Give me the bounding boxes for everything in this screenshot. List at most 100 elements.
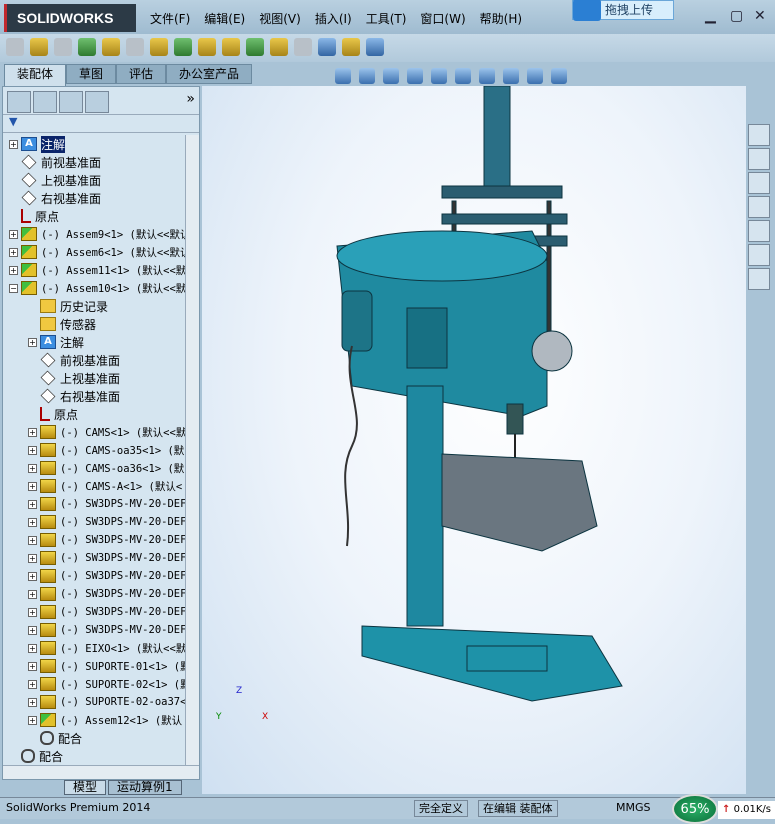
tree-item[interactable]: 配合 xyxy=(3,747,185,765)
expand-toggle[interactable]: + xyxy=(9,229,18,239)
tab-evaluate[interactable]: 评估 xyxy=(116,64,167,84)
tab-office-products[interactable]: 办公室产品 xyxy=(166,64,253,84)
new-motion-study-icon[interactable] xyxy=(222,38,240,56)
tree-item[interactable]: 上视基准面 xyxy=(3,171,185,189)
tree-item[interactable]: 右视基准面 xyxy=(3,189,185,207)
tree-item[interactable]: + (-) CAMS<1> (默认<<默 xyxy=(3,423,185,441)
tree-item[interactable]: 上视基准面 xyxy=(3,369,185,387)
close-icon[interactable]: ✕ xyxy=(754,8,766,24)
units-status[interactable]: MMGS xyxy=(612,800,655,817)
expand-toggle[interactable]: + xyxy=(28,517,37,527)
expand-toggle[interactable]: + xyxy=(28,499,37,509)
assembly-features-icon[interactable] xyxy=(174,38,192,56)
expand-toggle[interactable]: + xyxy=(9,247,18,257)
tab-model[interactable]: 模型 xyxy=(64,780,107,795)
tree-item[interactable]: 右视基准面 xyxy=(3,387,185,405)
expand-toggle[interactable]: − xyxy=(9,283,18,293)
move-component-icon[interactable] xyxy=(126,38,144,56)
configuration-manager-tab-icon[interactable] xyxy=(59,91,83,113)
tree-item[interactable]: + (-) SW3DPS-MV-20-DEF. xyxy=(3,495,185,513)
zoom-to-area-icon[interactable] xyxy=(359,68,375,84)
menu-file[interactable]: 文件(F) xyxy=(150,10,190,27)
edit-appearance-icon[interactable] xyxy=(503,68,519,84)
expand-toggle[interactable]: + xyxy=(28,481,37,491)
expand-toggle[interactable]: + xyxy=(28,697,37,707)
expand-toggle[interactable]: + xyxy=(28,427,37,437)
tree-item[interactable]: + (-) EIXO<1> (默认<<默 xyxy=(3,639,185,657)
network-meter[interactable]: 65% xyxy=(672,794,718,824)
design-library-icon[interactable] xyxy=(748,172,770,194)
tree-item[interactable]: + (-) SW3DPS-MV-20-DEF. xyxy=(3,585,185,603)
tree-item[interactable]: + (-) CAMS-oa36<1> (默 xyxy=(3,459,185,477)
expand-toggle[interactable]: + xyxy=(28,337,37,347)
tree-item[interactable]: 前视基准面 xyxy=(3,351,185,369)
smart-fasteners-icon[interactable] xyxy=(102,38,120,56)
expand-toggle[interactable]: + xyxy=(28,679,37,689)
file-explorer-icon[interactable] xyxy=(748,196,770,218)
tree-item[interactable]: + (-) SUPORTE-01<1> (默 xyxy=(3,657,185,675)
tab-assembly[interactable]: 装配体 xyxy=(4,64,67,88)
tree-item[interactable]: + (-) Assem9<1> (默认<<默认 xyxy=(3,225,185,243)
expand-toggle[interactable]: + xyxy=(28,607,37,617)
exploded-view-icon[interactable] xyxy=(270,38,288,56)
expand-toggle[interactable]: + xyxy=(28,643,37,653)
new-part-icon[interactable] xyxy=(30,38,48,56)
insert-component-icon[interactable] xyxy=(6,38,24,56)
feature-manager-tab-icon[interactable] xyxy=(7,91,31,113)
explode-line-icon[interactable] xyxy=(294,38,312,56)
apply-scene-icon[interactable] xyxy=(527,68,543,84)
menu-view[interactable]: 视图(V) xyxy=(259,10,301,27)
expand-toggle[interactable]: + xyxy=(9,265,18,275)
tree-item[interactable]: + (-) Assem12<1> (默认 xyxy=(3,711,185,729)
expand-toggle[interactable]: + xyxy=(28,589,37,599)
menu-help[interactable]: 帮助(H) xyxy=(480,10,522,27)
tree-item[interactable]: + (-) SW3DPS-MV-20-DEF. xyxy=(3,567,185,585)
tree-item[interactable]: + (-) SW3DPS-MV-20-DEF. xyxy=(3,621,185,639)
more-tabs-button[interactable]: » xyxy=(186,91,195,110)
tab-motion-study[interactable]: 运动算例1 xyxy=(108,780,182,795)
tab-sketch[interactable]: 草图 xyxy=(66,64,117,84)
custom-properties-icon[interactable] xyxy=(748,268,770,290)
appearances-icon[interactable] xyxy=(748,244,770,266)
menu-edit[interactable]: 编辑(E) xyxy=(204,10,245,27)
snapshot-icon[interactable] xyxy=(366,38,384,56)
tree-item[interactable]: + A 注解 xyxy=(3,135,185,153)
tree-item[interactable]: + (-) Assem11<1> (默认<<默 xyxy=(3,261,185,279)
section-view-icon[interactable] xyxy=(407,68,423,84)
display-manager-tab-icon[interactable] xyxy=(85,91,109,113)
show-hidden-icon[interactable] xyxy=(150,38,168,56)
tree-item[interactable]: + (-) SUPORTE-02<1> (默 xyxy=(3,675,185,693)
previous-view-icon[interactable] xyxy=(383,68,399,84)
expand-toggle[interactable]: + xyxy=(28,463,37,473)
menu-tools[interactable]: 工具(T) xyxy=(366,10,407,27)
tree-item[interactable]: + (-) SW3DPS-MV-20-DEF. xyxy=(3,531,185,549)
property-manager-tab-icon[interactable] xyxy=(33,91,57,113)
tree-item[interactable]: + A 注解 xyxy=(3,333,185,351)
expand-toggle[interactable]: + xyxy=(28,535,37,545)
tree-item[interactable]: 前视基准面 xyxy=(3,153,185,171)
tree-horizontal-scrollbar[interactable] xyxy=(3,765,199,779)
reference-geometry-icon[interactable] xyxy=(198,38,216,56)
expand-toggle[interactable]: + xyxy=(28,553,37,563)
bill-of-materials-icon[interactable] xyxy=(246,38,264,56)
tree-item[interactable]: + (-) CAMS-A<1> (默认< xyxy=(3,477,185,495)
tree-item[interactable]: 配合 xyxy=(3,729,185,747)
view-palette-icon[interactable] xyxy=(748,220,770,242)
tree-item[interactable]: 传感器 xyxy=(3,315,185,333)
expand-toggle[interactable]: + xyxy=(9,139,18,149)
tree-item[interactable]: + (-) SW3DPS-MV-20-DEF. xyxy=(3,513,185,531)
instant3d-icon[interactable] xyxy=(318,38,336,56)
filter-icon[interactable]: ▼ xyxy=(3,115,199,133)
tree-item[interactable]: + (-) Assem6<1> (默认<<默认 xyxy=(3,243,185,261)
tree-item[interactable]: + (-) SUPORTE-02-oa37< xyxy=(3,693,185,711)
graphics-area[interactable]: Z Y X xyxy=(202,85,746,794)
expand-toggle[interactable]: + xyxy=(28,625,37,635)
tree-item[interactable]: 历史记录 xyxy=(3,297,185,315)
home-icon[interactable] xyxy=(748,148,770,170)
expand-toggle[interactable]: + xyxy=(28,571,37,581)
view-orientation-icon[interactable] xyxy=(431,68,447,84)
hide-show-items-icon[interactable] xyxy=(479,68,495,84)
maximize-icon[interactable]: ▢ xyxy=(730,8,743,24)
tree-item[interactable]: − (-) Assem10<1> (默认<<默 xyxy=(3,279,185,297)
menu-window[interactable]: 窗口(W) xyxy=(420,10,465,27)
